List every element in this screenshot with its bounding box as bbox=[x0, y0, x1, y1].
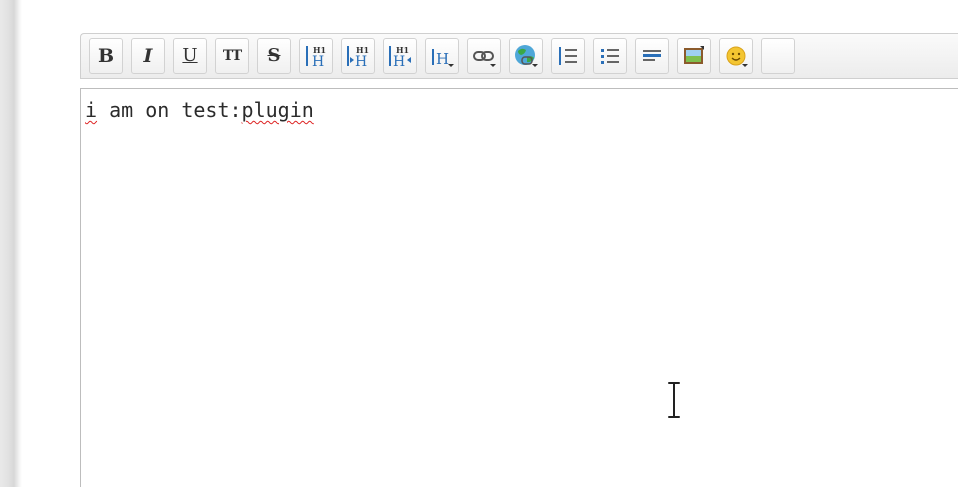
monospace-button[interactable]: TT bbox=[215, 38, 249, 74]
editor-page: B I U TT S H1 H H1 H H1 H H i am on test… bbox=[0, 0, 958, 487]
ordered-list-button[interactable] bbox=[551, 38, 585, 74]
image-icon bbox=[684, 46, 704, 64]
italic-icon: I bbox=[143, 44, 153, 67]
editor-textarea[interactable]: i am on test:plugin bbox=[80, 88, 958, 487]
monospace-icon: TT bbox=[222, 48, 242, 64]
editor-toolbar: B I U TT S H1 H H1 H H1 H H bbox=[80, 33, 958, 79]
horizontal-rule-icon bbox=[643, 50, 661, 61]
heading-same-level-button[interactable]: H1 H bbox=[299, 38, 333, 74]
link-button[interactable] bbox=[467, 38, 501, 74]
misspelled-word: i bbox=[85, 98, 98, 122]
editor-text-middle: am on test: bbox=[97, 98, 242, 122]
underline-button[interactable]: U bbox=[173, 38, 207, 74]
strikethrough-button[interactable]: S bbox=[257, 38, 291, 74]
left-rail bbox=[0, 0, 22, 487]
dropdown-arrow-icon bbox=[742, 64, 748, 67]
heading-higher-icon: H1 H bbox=[389, 45, 411, 69]
dropdown-arrow-icon bbox=[448, 64, 454, 67]
link-icon bbox=[473, 51, 494, 61]
unordered-list-button[interactable] bbox=[593, 38, 627, 74]
heading-lower-level-button[interactable]: H1 H bbox=[341, 38, 375, 74]
horizontal-rule-button[interactable] bbox=[635, 38, 669, 74]
dropdown-arrow-icon bbox=[490, 64, 496, 67]
toolbar-overflow-button[interactable] bbox=[761, 38, 795, 74]
ordered-list-icon bbox=[559, 47, 577, 65]
strikethrough-icon: S bbox=[267, 45, 281, 66]
heading-select-button[interactable]: H bbox=[425, 38, 459, 74]
heading-same-icon: H1 H bbox=[306, 45, 326, 69]
misspelled-word: plugin bbox=[241, 98, 314, 122]
svg-text:H: H bbox=[393, 54, 405, 69]
external-link-button[interactable] bbox=[509, 38, 543, 74]
smiley-button[interactable] bbox=[719, 38, 753, 74]
bold-icon: B bbox=[97, 44, 115, 67]
editor-content: i am on test:plugin bbox=[85, 98, 314, 122]
dropdown-arrow-icon bbox=[532, 64, 538, 67]
bold-button[interactable]: B bbox=[89, 38, 123, 74]
italic-button[interactable]: I bbox=[131, 38, 165, 74]
underline-icon: U bbox=[182, 45, 198, 66]
text-cursor-icon bbox=[666, 381, 682, 419]
svg-text:H: H bbox=[355, 54, 367, 69]
heading-higher-level-button[interactable]: H1 H bbox=[383, 38, 417, 74]
svg-text:H: H bbox=[312, 54, 324, 69]
unordered-list-icon bbox=[601, 49, 619, 64]
media-button[interactable] bbox=[677, 38, 711, 74]
heading-lower-icon: H1 H bbox=[347, 45, 369, 69]
